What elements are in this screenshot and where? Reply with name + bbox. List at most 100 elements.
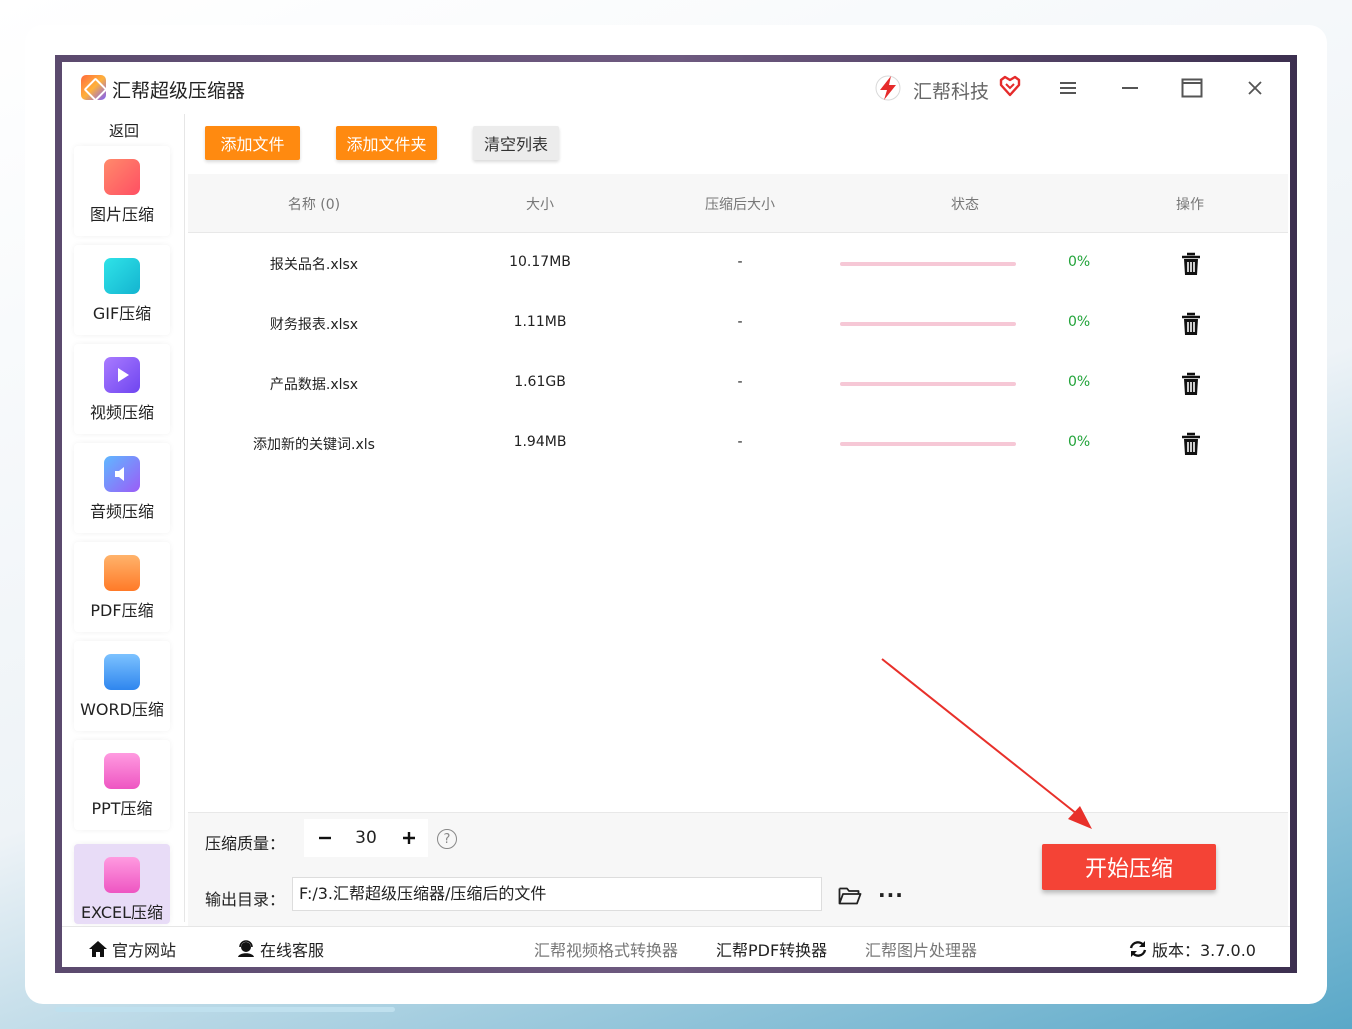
footer: 官方网站 在线客服 汇帮视频格式转换器 汇帮PDF转换器 汇帮图片处理器 版本：… [62,926,1290,967]
output-label: 输出目录： [205,890,286,909]
audio-icon [104,456,140,492]
table-row[interactable]: 添加新的关键词.xls 1.94MB - 0% [188,414,1288,474]
progress-bar [840,322,1016,326]
quality-stepper: 30 [304,819,428,857]
file-name: 报关品名.xlsx [269,257,359,273]
header-compressed-size[interactable]: 压缩后大小 [705,194,775,214]
app-window: 汇帮超级压缩器 汇帮科技 返回 图片压缩 GIF压缩 视频压缩 音频压缩 PDF… [62,62,1290,967]
folder-open-icon[interactable] [838,885,862,905]
gif-icon [104,258,140,294]
pdf-converter-link[interactable]: 汇帮PDF转换器 [716,937,827,961]
increase-button[interactable] [396,825,422,851]
version-label: 版本：3.7.0.0 [1152,941,1256,960]
file-name: 添加新的关键词.xls [253,437,375,453]
sidebar-item-pdf[interactable]: PDF压缩 [74,542,170,632]
sidebar-item-ppt[interactable]: PPT压缩 [74,740,170,830]
website-link[interactable]: 官方网站 [88,937,176,961]
support-label: 在线客服 [260,941,325,960]
sidebar-item-label: PPT压缩 [91,799,153,818]
sidebar-item-video[interactable]: 视频压缩 [74,344,170,434]
compressed-size: - [737,254,743,270]
maximize-button[interactable] [1175,72,1209,104]
progress-bar [840,442,1016,446]
file-size: 1.61GB [514,374,566,390]
delete-icon[interactable] [1180,372,1202,396]
delete-icon[interactable] [1180,312,1202,336]
support-link[interactable]: 在线客服 [236,937,324,961]
app-logo-icon [81,75,106,100]
excel-icon [104,857,140,893]
menu-button[interactable] [1051,72,1085,104]
image-processor-link[interactable]: 汇帮图片处理器 [865,937,977,961]
more-options-button[interactable]: ··· [878,883,904,907]
table-row[interactable]: 产品数据.xlsx 1.61GB - 0% [188,354,1288,414]
title-bar: 汇帮超级压缩器 汇帮科技 [62,62,1290,114]
back-link[interactable]: 返回 [109,120,139,141]
sidebar-item-label: WORD压缩 [80,700,164,719]
decorative-strip [55,1007,395,1012]
header-actions: 操作 [1176,197,1204,213]
minimize-button[interactable] [1113,72,1147,104]
maximize-icon [1181,78,1203,98]
help-icon[interactable]: ? [437,829,457,849]
output-path-field[interactable]: F:/3.汇帮超级压缩器/压缩后的文件 [292,877,822,911]
compressed-size: - [737,314,743,330]
minimize-icon [1122,87,1138,89]
pdf-icon [104,555,140,591]
vip-heart-icon[interactable] [998,74,1022,98]
ppt-icon [104,753,140,789]
menu-icon [1060,82,1076,94]
file-size: 1.11MB [513,314,567,330]
sidebar-item-image[interactable]: 图片压缩 [74,146,170,236]
file-size: 1.94MB [513,434,567,450]
image-icon [104,159,140,195]
version-info[interactable]: 版本：3.7.0.0 [1128,937,1256,961]
add-folder-button[interactable]: 添加文件夹 [336,126,437,160]
brand-name: 汇帮科技 [913,81,990,103]
home-icon [89,941,107,957]
progress-percent: 0% [1068,314,1091,330]
add-file-button[interactable]: 添加文件 [205,126,300,160]
sidebar-item-label: 音频压缩 [89,502,154,521]
app-title: 汇帮超级压缩器 [112,80,246,102]
header-name[interactable]: 名称 (0) [288,194,340,214]
sidebar-item-label: PDF压缩 [90,601,154,620]
sidebar-item-label: 图片压缩 [89,205,154,224]
file-size: 10.17MB [509,254,571,270]
table-row[interactable]: 报关品名.xlsx 10.17MB - 0% [188,234,1288,294]
sidebar-item-word[interactable]: WORD压缩 [74,641,170,731]
progress-percent: 0% [1068,254,1091,270]
sidebar-item-label: 视频压缩 [89,403,154,422]
website-label: 官方网站 [112,941,177,960]
brand-logo-icon [875,75,901,101]
compressed-size: - [737,374,743,390]
close-icon [1248,81,1262,95]
sidebar-item-label: EXCEL压缩 [80,903,164,922]
header-size[interactable]: 大小 [526,194,554,214]
sidebar-item-gif[interactable]: GIF压缩 [74,245,170,335]
plus-icon [403,832,415,844]
sidebar-item-label: GIF压缩 [92,304,152,323]
compressed-size: - [737,434,743,450]
file-name: 产品数据.xlsx [269,377,359,393]
close-button[interactable] [1238,72,1272,104]
progress-bar [840,382,1016,386]
sidebar-item-excel[interactable]: EXCEL压缩 [74,844,170,924]
quality-label: 压缩质量： [205,834,286,853]
progress-percent: 0% [1068,434,1091,450]
start-compress-button[interactable]: 开始压缩 [1042,844,1216,890]
header-status[interactable]: 状态 [951,194,979,214]
table-header: 名称 (0) 大小 压缩后大小 状态 操作 [188,174,1288,233]
support-icon [238,940,254,957]
video-icon [104,357,140,393]
refresh-icon [1129,941,1147,957]
progress-bar [840,262,1016,266]
table-row[interactable]: 财务报表.xlsx 1.11MB - 0% [188,294,1288,354]
clear-list-button[interactable]: 清空列表 [473,126,559,160]
video-converter-link[interactable]: 汇帮视频格式转换器 [534,937,678,961]
file-name: 财务报表.xlsx [269,317,359,333]
delete-icon[interactable] [1180,432,1202,456]
delete-icon[interactable] [1180,252,1202,276]
sidebar-item-audio[interactable]: 音频压缩 [74,443,170,533]
progress-percent: 0% [1068,374,1091,390]
